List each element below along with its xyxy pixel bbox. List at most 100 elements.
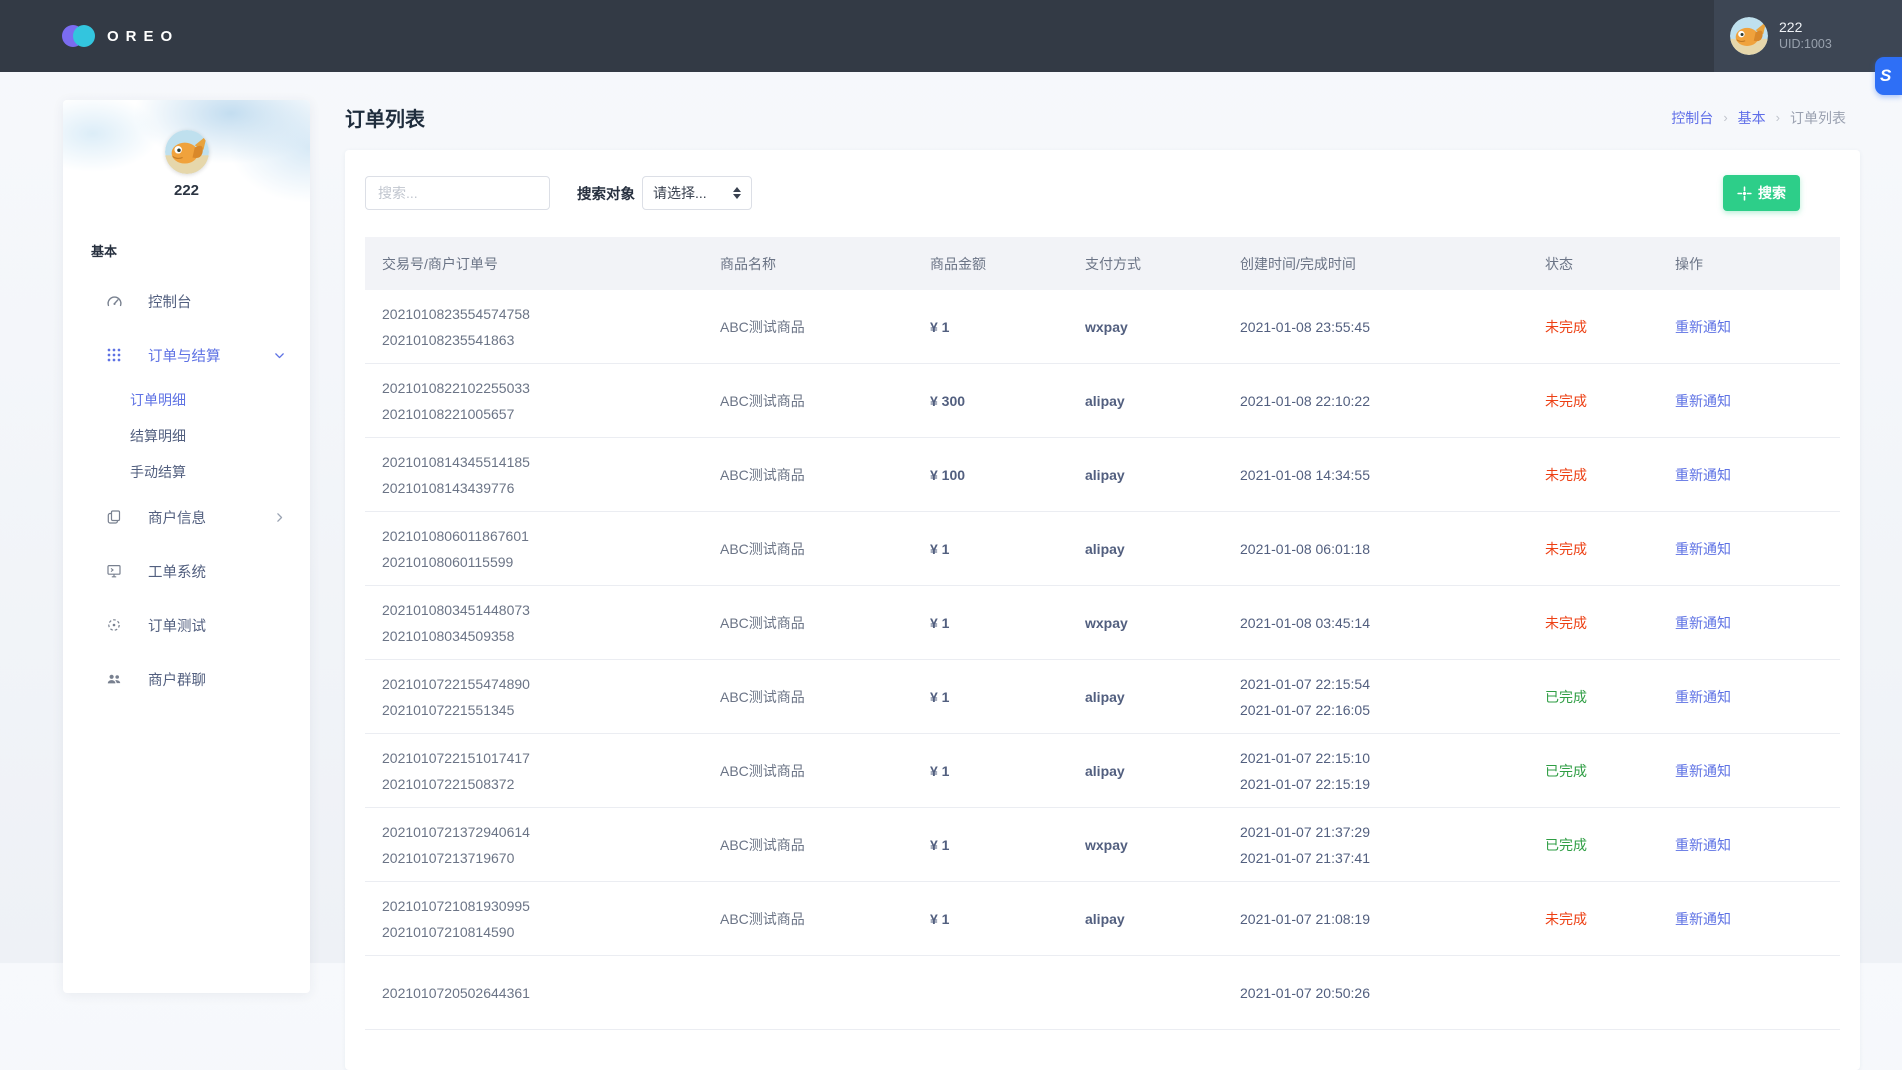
sidebar-item-label: 商户群聊 (148, 669, 206, 690)
status-badge: 未完成 (1545, 541, 1587, 557)
orders-card: 搜索对象 请选择... 搜索 (345, 150, 1860, 1070)
cell-action: 重新通知 (1658, 734, 1840, 808)
breadcrumb: 控制台›基本›订单列表 (1671, 108, 1860, 128)
table-row: 2021010814345514185 20210108143439776 AB… (365, 438, 1840, 512)
sidebar-item[interactable]: 订单测试 (63, 598, 310, 652)
table-row: 2021010721081930995 20210107210814590 AB… (365, 882, 1840, 956)
status-badge: 未完成 (1545, 615, 1587, 631)
cell-pay-method: alipay (1068, 512, 1223, 586)
search-input[interactable] (365, 176, 550, 210)
sidebar-item[interactable]: 商户群聊 (63, 652, 310, 706)
renotify-link[interactable]: 重新通知 (1675, 319, 1731, 335)
renotify-link[interactable]: 重新通知 (1675, 467, 1731, 483)
orders-table: 交易号/商户订单号商品名称商品金额支付方式创建时间/完成时间状态操作 20210… (365, 237, 1840, 1030)
aim-icon (1737, 186, 1752, 201)
renotify-link[interactable]: 重新通知 (1675, 837, 1731, 853)
cell-status (1528, 956, 1658, 1030)
renotify-link[interactable]: 重新通知 (1675, 763, 1731, 779)
table-row: 2021010806011867601 20210108060115599 AB… (365, 512, 1840, 586)
brand-logo[interactable]: OREO (62, 25, 179, 47)
cell-trade-no: 2021010722155474890 20210107221551345 (365, 660, 703, 734)
cell-times: 2021-01-07 22:15:54 2021-01-07 22:16:05 (1223, 660, 1528, 734)
search-button[interactable]: 搜索 (1723, 175, 1800, 211)
column-header: 支付方式 (1068, 237, 1223, 290)
sidebar-subitem[interactable]: 结算明细 (63, 418, 310, 454)
cell-amount: ¥ 1 (913, 660, 1068, 734)
table-row: 2021010803451448073 20210108034509358 AB… (365, 586, 1840, 660)
renotify-link[interactable]: 重新通知 (1675, 615, 1731, 631)
sidebar-item-label: 控制台 (148, 291, 192, 312)
cell-times: 2021-01-08 03:45:14 (1223, 586, 1528, 660)
cell-product: ABC测试商品 (703, 290, 913, 364)
cell-pay-method: alipay (1068, 364, 1223, 438)
cell-trade-no: 2021010814345514185 20210108143439776 (365, 438, 703, 512)
monitor-icon (105, 562, 123, 580)
cell-trade-no: 2021010722151017417 20210107221508372 (365, 734, 703, 808)
status-badge: 未完成 (1545, 467, 1587, 483)
cell-product: ABC测试商品 (703, 734, 913, 808)
cell-amount (913, 956, 1068, 1030)
status-badge: 已完成 (1545, 837, 1587, 853)
cell-amount: ¥ 1 (913, 586, 1068, 660)
cell-amount: ¥ 300 (913, 364, 1068, 438)
cell-status: 已完成 (1528, 734, 1658, 808)
cell-pay-method: wxpay (1068, 808, 1223, 882)
sidebar-item[interactable]: 工单系统 (63, 544, 310, 598)
cell-pay-method: alipay (1068, 438, 1223, 512)
status-badge: 未完成 (1545, 319, 1587, 335)
status-badge: 未完成 (1545, 393, 1587, 409)
orders-tbody: 2021010823554574758 20210108235541863 AB… (365, 290, 1840, 1030)
breadcrumb-item[interactable]: 控制台 (1671, 108, 1713, 128)
cell-pay-method: alipay (1068, 882, 1223, 956)
people-icon (105, 670, 123, 688)
sidebar-subitem[interactable]: 手动结算 (63, 454, 310, 490)
renotify-link[interactable]: 重新通知 (1675, 689, 1731, 705)
search-target-select[interactable]: 请选择... (642, 176, 752, 210)
navbar-uid: UID:1003 (1779, 37, 1832, 53)
sidebar-item[interactable]: 订单与结算 (63, 328, 310, 382)
cell-pay-method (1068, 956, 1223, 1030)
renotify-link[interactable]: 重新通知 (1675, 393, 1731, 409)
column-header: 商品名称 (703, 237, 913, 290)
renotify-link[interactable]: 重新通知 (1675, 541, 1731, 557)
column-header: 操作 (1658, 237, 1840, 290)
cell-product: ABC测试商品 (703, 364, 913, 438)
cell-times: 2021-01-08 06:01:18 (1223, 512, 1528, 586)
cell-trade-no: 2021010806011867601 20210108060115599 (365, 512, 703, 586)
sidebar-subitem[interactable]: 订单明细 (63, 382, 310, 418)
extension-badge-letter: S (1880, 66, 1891, 86)
status-badge: 已完成 (1545, 689, 1587, 705)
breadcrumb-item[interactable]: 基本 (1738, 108, 1766, 128)
column-header: 状态 (1528, 237, 1658, 290)
breadcrumb-separator: › (1723, 110, 1727, 125)
cell-status: 未完成 (1528, 512, 1658, 586)
status-badge: 已完成 (1545, 763, 1587, 779)
cell-pay-method: alipay (1068, 660, 1223, 734)
navbar-user-menu[interactable]: 222 UID:1003 (1714, 0, 1902, 72)
cell-action: 重新通知 (1658, 882, 1840, 956)
extension-badge[interactable]: S (1875, 57, 1902, 95)
search-target-label: 搜索对象 (577, 183, 635, 204)
sidebar-item[interactable]: 控制台 (63, 274, 310, 328)
status-badge: 未完成 (1545, 911, 1587, 927)
cell-action: 重新通知 (1658, 586, 1840, 660)
cell-amount: ¥ 1 (913, 882, 1068, 956)
table-row: 2021010720502644361 2021-01-07 20:50:26 (365, 956, 1840, 1030)
renotify-link[interactable]: 重新通知 (1675, 911, 1731, 927)
copy-icon (105, 508, 123, 526)
cell-pay-method: wxpay (1068, 290, 1223, 364)
cell-status: 未完成 (1528, 290, 1658, 364)
sidebar-item-label: 订单与结算 (148, 345, 221, 366)
page-title: 订单列表 (345, 103, 425, 132)
sidebar-header: 222 (63, 100, 310, 212)
cell-amount: ¥ 1 (913, 734, 1068, 808)
table-row: 2021010722151017417 20210107221508372 AB… (365, 734, 1840, 808)
cell-product: ABC测试商品 (703, 660, 913, 734)
main-content: 订单列表 控制台›基本›订单列表 搜索对象 请选择... 搜索 (345, 72, 1860, 1070)
cell-amount: ¥ 1 (913, 808, 1068, 882)
cell-amount: ¥ 1 (913, 290, 1068, 364)
cell-action: 重新通知 (1658, 290, 1840, 364)
logo-circle-teal-icon (73, 25, 95, 47)
sidebar-item[interactable]: 商户信息 (63, 490, 310, 544)
cell-amount: ¥ 100 (913, 438, 1068, 512)
